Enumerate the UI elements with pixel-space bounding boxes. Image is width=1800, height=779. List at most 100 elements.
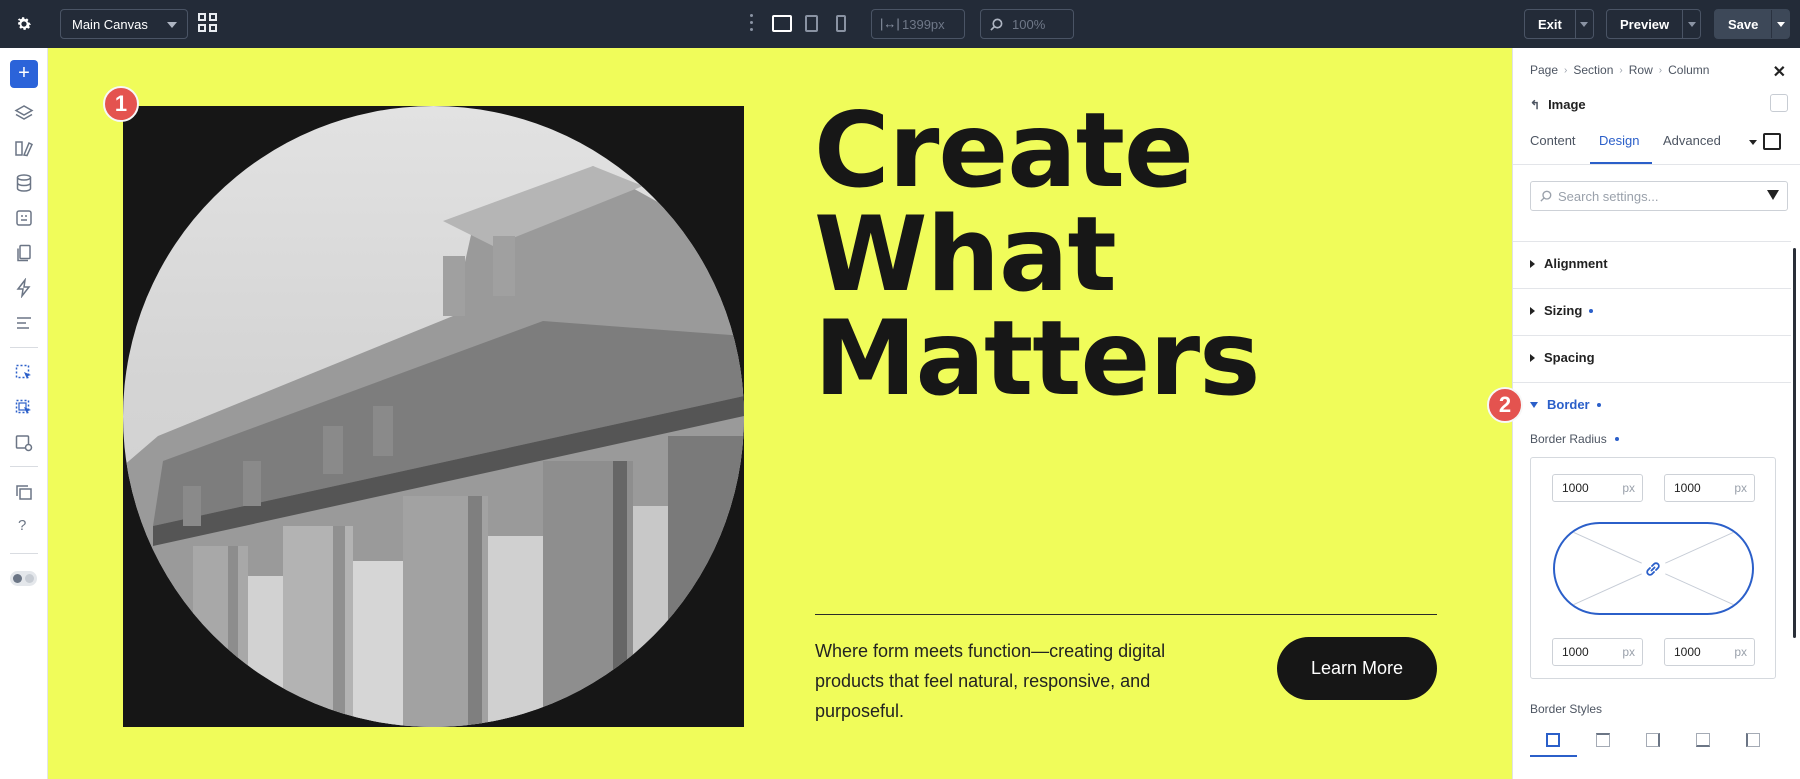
radius-bottom-right-input[interactable]: 1000 px xyxy=(1664,638,1755,666)
caret-right-icon xyxy=(1530,259,1535,268)
back-arrow-icon[interactable]: ↰ xyxy=(1530,98,1540,112)
caret-down-icon xyxy=(1530,401,1538,408)
zoom-search-icon xyxy=(990,18,1003,31)
settings-gear-icon[interactable] xyxy=(13,13,35,35)
lightning-icon[interactable] xyxy=(14,278,34,298)
learn-more-button[interactable]: Learn More xyxy=(1277,637,1437,700)
desktop-view-icon[interactable] xyxy=(772,15,792,32)
active-style-indicator xyxy=(1530,755,1577,757)
section-sizing-label: Sizing xyxy=(1544,303,1583,318)
mode-toggle[interactable] xyxy=(10,571,37,586)
phone-view-icon[interactable] xyxy=(836,15,846,32)
radius-bottom-left-input[interactable]: 1000 px xyxy=(1552,638,1643,666)
exit-button[interactable]: Exit xyxy=(1524,9,1594,39)
grid-layout-icon[interactable] xyxy=(198,13,220,35)
select-element-icon[interactable] xyxy=(14,363,34,383)
multi-select-icon[interactable] xyxy=(14,398,34,418)
step-marker-2: 2 xyxy=(1487,387,1523,423)
zoom-field[interactable]: 100% xyxy=(980,9,1074,39)
radius-unit: px xyxy=(1734,481,1747,495)
radius-bottom-right-value: 1000 xyxy=(1674,645,1701,659)
radius-unit: px xyxy=(1734,645,1747,659)
section-spacing-label: Spacing xyxy=(1544,350,1595,365)
panel-divider xyxy=(1513,288,1791,289)
layers-stack-icon[interactable] xyxy=(14,483,34,503)
headline-line-3: Matters xyxy=(814,299,1260,419)
layers-icon[interactable] xyxy=(14,103,34,123)
breadcrumb-column[interactable]: Column xyxy=(1668,63,1709,77)
help-icon[interactable]: ? xyxy=(18,517,26,534)
breadcrumb-chevron-icon: › xyxy=(1564,64,1568,76)
breadcrumb-section[interactable]: Section xyxy=(1573,63,1613,77)
preview-dropdown-icon[interactable] xyxy=(1682,10,1700,38)
image-module[interactable] xyxy=(123,106,744,727)
border-left-icon[interactable] xyxy=(1746,733,1760,747)
border-all-icon[interactable] xyxy=(1546,733,1560,747)
page-settings-icon[interactable] xyxy=(14,433,34,453)
settings-search-input[interactable]: Search settings... xyxy=(1530,181,1788,211)
radius-top-right-input[interactable]: 1000 px xyxy=(1664,474,1755,502)
canvas-select-value: Main Canvas xyxy=(72,16,148,32)
search-icon xyxy=(1540,190,1552,202)
panel-scrollbar[interactable] xyxy=(1793,248,1796,638)
headline-line-1: Create xyxy=(814,91,1194,211)
theme-builder-icon[interactable] xyxy=(14,208,34,228)
tab-design[interactable]: Design xyxy=(1599,133,1639,148)
section-border-label: Border xyxy=(1547,397,1590,412)
save-button[interactable]: Save xyxy=(1714,9,1791,39)
radius-unit: px xyxy=(1622,645,1635,659)
radius-unit: px xyxy=(1622,481,1635,495)
design-library-icon[interactable] xyxy=(14,138,34,158)
settings-panel: Page › Section › Row › Column ✕ ↰ Image … xyxy=(1512,48,1800,779)
tab-dropdown-icon[interactable] xyxy=(1749,140,1757,145)
caret-right-icon xyxy=(1530,353,1535,362)
step-marker-1: 1 xyxy=(103,86,139,122)
learn-more-label: Learn More xyxy=(1310,658,1404,678)
section-spacing[interactable]: Spacing xyxy=(1530,350,1595,365)
hero-headline[interactable]: Create What Matters xyxy=(814,91,1260,419)
add-element-button[interactable]: + xyxy=(10,60,38,88)
border-bottom-icon[interactable] xyxy=(1696,733,1710,747)
tab-advanced[interactable]: Advanced xyxy=(1663,133,1721,148)
panel-divider xyxy=(1513,382,1791,383)
list-settings-icon[interactable] xyxy=(14,313,34,333)
border-styles-label: Border Styles xyxy=(1530,702,1603,716)
caret-right-icon xyxy=(1530,306,1535,315)
section-sizing[interactable]: Sizing xyxy=(1530,303,1594,318)
preview-label: Preview xyxy=(1620,16,1670,32)
section-alignment-label: Alignment xyxy=(1544,256,1608,271)
radius-top-left-input[interactable]: 1000 px xyxy=(1552,474,1643,502)
hero-tagline[interactable]: Where form meets function—creating digit… xyxy=(815,636,1215,726)
border-top-icon[interactable] xyxy=(1596,733,1610,747)
pages-icon[interactable] xyxy=(14,243,34,263)
close-panel-icon[interactable]: ✕ xyxy=(1773,62,1786,82)
tablet-view-icon[interactable] xyxy=(805,15,818,32)
database-icon[interactable] xyxy=(14,173,34,193)
preview-button[interactable]: Preview xyxy=(1606,9,1702,39)
section-alignment[interactable]: Alignment xyxy=(1530,256,1608,271)
canvas-select[interactable]: Main Canvas xyxy=(60,9,188,39)
active-tab-indicator xyxy=(1590,162,1652,164)
save-dropdown-icon[interactable] xyxy=(1771,10,1789,38)
modified-dot-icon xyxy=(1614,437,1619,441)
filter-icon[interactable] xyxy=(1767,190,1779,200)
breadcrumb-chevron-icon: › xyxy=(1619,64,1623,76)
section-border[interactable]: Border xyxy=(1530,397,1601,412)
breadcrumb-page[interactable]: Page xyxy=(1530,63,1558,77)
page-canvas: 1 Create What Matters Where form meets f… xyxy=(48,48,1512,779)
rail-divider xyxy=(10,553,38,554)
exit-dropdown-icon[interactable] xyxy=(1574,10,1593,38)
breadcrumb-row[interactable]: Row xyxy=(1629,63,1653,77)
radius-bottom-left-value: 1000 xyxy=(1562,645,1589,659)
link-corners-icon[interactable] xyxy=(1643,559,1663,579)
border-styles-tabs xyxy=(1530,728,1776,758)
preset-box-icon[interactable] xyxy=(1763,133,1781,150)
panel-divider xyxy=(1513,335,1791,336)
element-options-icon[interactable] xyxy=(1770,94,1788,112)
more-options-icon[interactable] xyxy=(750,14,754,34)
tab-content[interactable]: Content xyxy=(1530,133,1576,148)
radius-top-right-value: 1000 xyxy=(1674,481,1701,495)
left-rail: + ? xyxy=(0,48,48,779)
border-right-icon[interactable] xyxy=(1646,733,1660,747)
canvas-width-field[interactable]: |↔| 1399px xyxy=(871,9,965,39)
